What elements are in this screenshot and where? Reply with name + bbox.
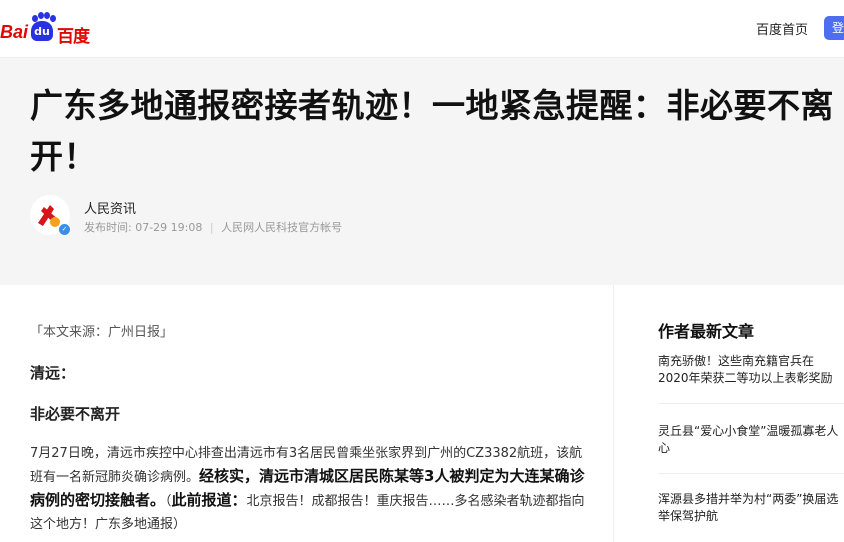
sidebar-separator xyxy=(658,473,844,474)
nav-home-link[interactable]: 百度首页 xyxy=(756,19,808,38)
sidebar-article-link[interactable]: 南充骄傲！这些南充籍官兵在2020年荣获二等功以上表彰奖励 xyxy=(658,353,844,387)
sidebar-article-link[interactable]: 灵丘县“爱心小食堂”温暖孤寡老人心 xyxy=(658,423,844,457)
top-bar: Bai du 百度 百度首页 登录 xyxy=(0,0,844,58)
login-button[interactable]: 登录 xyxy=(824,16,844,40)
article-header: 广东多地通报密接者轨迹！一地紧急提醒：非必要不离开！ ✓ 人民资讯 发布时间: … xyxy=(0,58,844,285)
section-heading-sub: 非必要不离开 xyxy=(30,405,121,423)
section-heading-place: 清远： xyxy=(30,364,76,382)
verified-icon: ✓ xyxy=(58,223,71,236)
article-paragraph: 7月27日晚，清远市疾控中心排查出清远市有3名居民曾乘坐张家界到广州的CZ338… xyxy=(30,442,590,536)
publish-label: 发布时间: xyxy=(84,221,132,234)
author-meta: 发布时间: 07-29 19:08 | 人民网人民科技官方帐号 xyxy=(84,219,342,235)
author-name[interactable]: 人民资讯 xyxy=(84,198,136,217)
logo-baidu-text: 百度 xyxy=(57,27,90,47)
logo-du-text: du xyxy=(31,21,53,41)
sidebar-title: 作者最新文章 xyxy=(658,322,755,341)
sidebar-separator xyxy=(658,403,844,404)
sidebar-article-link[interactable]: 浑源县多措并举为村“两委”换届选举保驾护航 xyxy=(658,491,844,525)
meta-separator: | xyxy=(209,221,214,234)
baidu-logo[interactable]: Bai du 百度 xyxy=(0,12,100,47)
article-source: 「本文来源：广州日报」 xyxy=(30,325,174,340)
article-title: 广东多地通报密接者轨迹！一地紧急提醒：非必要不离开！ xyxy=(30,86,834,176)
logo-bai-text: Bai xyxy=(0,22,29,42)
paragraph-bold-2: 此前报道： xyxy=(171,491,247,509)
author-account: 人民网人民科技官方帐号 xyxy=(221,221,343,234)
article-body: 「本文来源：广州日报」 清远： 非必要不离开 7月27日晚，清远市疾控中心排查出… xyxy=(0,285,613,542)
author-articles-sidebar: 作者最新文章 南充骄傲！这些南充籍官兵在2020年荣获二等功以上表彰奖励 灵丘县… xyxy=(614,285,844,542)
publish-time: 07-29 19:08 xyxy=(135,221,203,234)
